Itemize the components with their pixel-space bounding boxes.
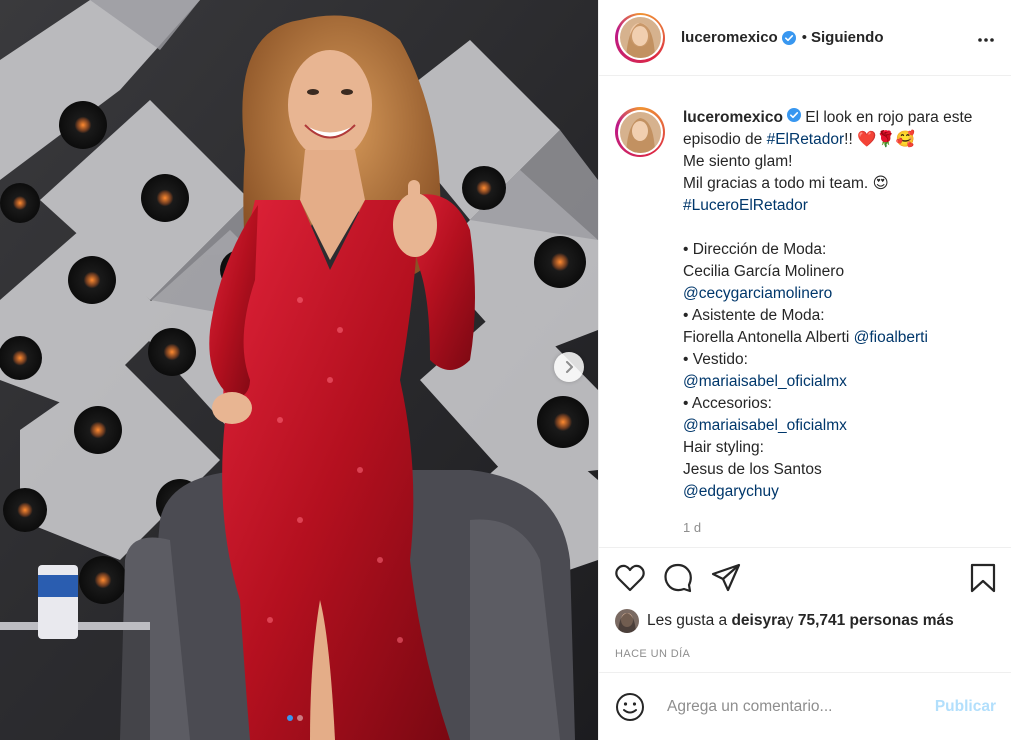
avatar-image: [619, 17, 661, 58]
hashtag-link[interactable]: #ElRetador: [767, 131, 845, 148]
mention-link[interactable]: @mariaisabel_oficialmx: [683, 417, 847, 434]
verified-badge-icon: [786, 108, 801, 122]
carousel-indicator: [287, 715, 303, 721]
caption-line1b: !!: [844, 131, 858, 148]
likes-conj: y: [785, 612, 794, 629]
caption-line3: Mil gracias a todo mi team.: [683, 175, 873, 192]
credit-role: • Asistente de Moda:: [683, 307, 825, 324]
smiley-icon[interactable]: [615, 692, 645, 722]
likes-summary: Les gusta a deisyra y 75,741 personas má…: [599, 608, 1011, 634]
caption-username[interactable]: luceromexico: [683, 109, 783, 126]
mention-link[interactable]: @fioalberti: [854, 329, 928, 346]
carousel-dot: [297, 715, 303, 721]
caption-timestamp[interactable]: 1 d: [683, 517, 983, 539]
post-photo[interactable]: [0, 0, 598, 740]
mention-link[interactable]: @cecygarciamolinero: [683, 285, 832, 302]
action-bar: [599, 548, 1011, 608]
caption-line2: Me siento glam!: [683, 153, 793, 170]
publish-button[interactable]: Publicar: [935, 698, 996, 716]
carousel-dot: [287, 715, 293, 721]
credit-role: • Accesorios:: [683, 395, 772, 412]
mention-link[interactable]: @edgarychuy: [683, 483, 779, 500]
bookmark-icon[interactable]: [970, 563, 996, 598]
credit-role: • Vestido:: [683, 351, 748, 368]
credit-name: Jesus de los Santos: [683, 461, 822, 478]
comment-icon[interactable]: [663, 563, 693, 593]
liker-username[interactable]: deisyra: [731, 612, 785, 630]
more-horizontal-icon[interactable]: [977, 30, 995, 48]
avatar[interactable]: [615, 12, 665, 63]
caption-emoji: ❤️🌹🥰: [857, 131, 915, 148]
avatar-image: [619, 111, 661, 153]
heart-icon[interactable]: [615, 564, 645, 592]
post-header: luceromexico • Siguiendo: [599, 0, 1011, 76]
post-sidebar: luceromexico • Siguiendo luceromexico El…: [598, 0, 1011, 740]
caption-area: luceromexico El look en rojo para este e…: [599, 77, 1011, 547]
comment-input[interactable]: [667, 697, 917, 716]
credit-role: Hair styling:: [683, 439, 764, 456]
caption-text: luceromexico El look en rojo para este e…: [683, 107, 983, 539]
caption-emoji: 😍: [872, 175, 889, 192]
post-timestamp[interactable]: HACE UN DÍA: [599, 648, 1011, 660]
credit-role: • Dirección de Moda:: [683, 241, 827, 258]
chevron-right-icon: [566, 361, 573, 373]
actions-section: Les gusta a deisyra y 75,741 personas má…: [599, 547, 1011, 660]
mention-link[interactable]: @mariaisabel_oficialmx: [683, 373, 847, 390]
hashtag-link[interactable]: #LuceroElRetador: [683, 197, 808, 214]
verified-badge-icon: [781, 30, 796, 45]
liker-avatar[interactable]: [615, 609, 639, 633]
header-username[interactable]: luceromexico: [681, 29, 778, 46]
share-icon[interactable]: [711, 563, 741, 593]
likes-count[interactable]: 75,741 personas más: [798, 612, 954, 630]
carousel-next-button[interactable]: [554, 352, 584, 382]
comment-form: Publicar: [599, 672, 1011, 740]
caption-avatar[interactable]: [615, 107, 665, 157]
follow-separator: •: [801, 29, 807, 46]
credit-name: Cecilia García Molinero: [683, 263, 845, 280]
post-image: [0, 0, 598, 740]
credit-name: Fiorella Antonella Alberti: [683, 329, 854, 346]
following-button[interactable]: Siguiendo: [811, 29, 884, 46]
likes-prefix: Les gusta a: [647, 612, 728, 629]
